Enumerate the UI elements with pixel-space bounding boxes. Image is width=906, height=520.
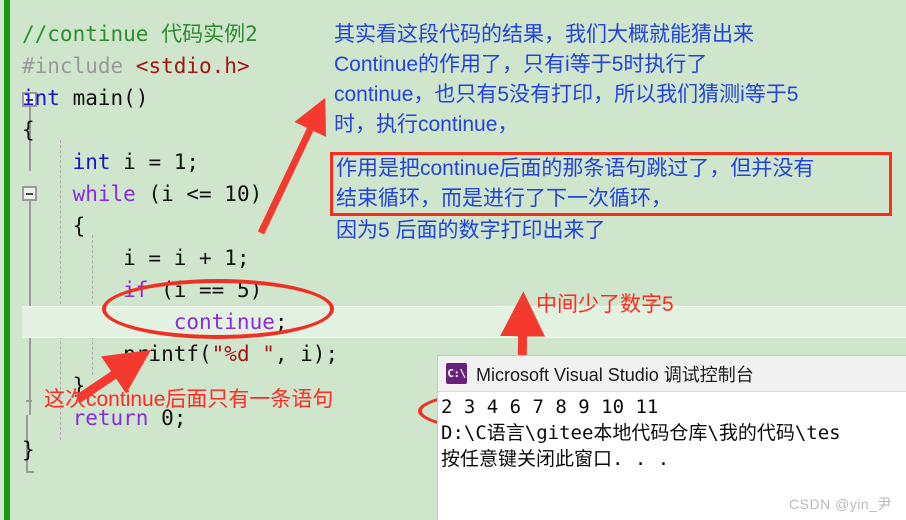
- console-output-line: D:\C语言\gitee本地代码仓库\我的代码\tes: [441, 422, 841, 444]
- console-output-line: 按任意键关闭此窗口. . .: [441, 448, 670, 470]
- console-output-line: 2 3 4 6 7 8 9 10 11: [441, 396, 659, 418]
- console-window-title: Microsoft Visual Studio 调试控制台: [476, 364, 754, 385]
- csdn-watermark: CSDN @yin_尹: [789, 496, 892, 512]
- cmd-prompt-icon: C:\: [446, 363, 467, 384]
- console-window[interactable]: C:\ Microsoft Visual Studio 调试控制台 2 3 4 …: [438, 356, 906, 520]
- screenshot-root: //continue 代码实例2 #include <stdio.h> int ma…: [0, 0, 906, 520]
- console-title-bar[interactable]: C:\ Microsoft Visual Studio 调试控制台: [438, 356, 906, 392]
